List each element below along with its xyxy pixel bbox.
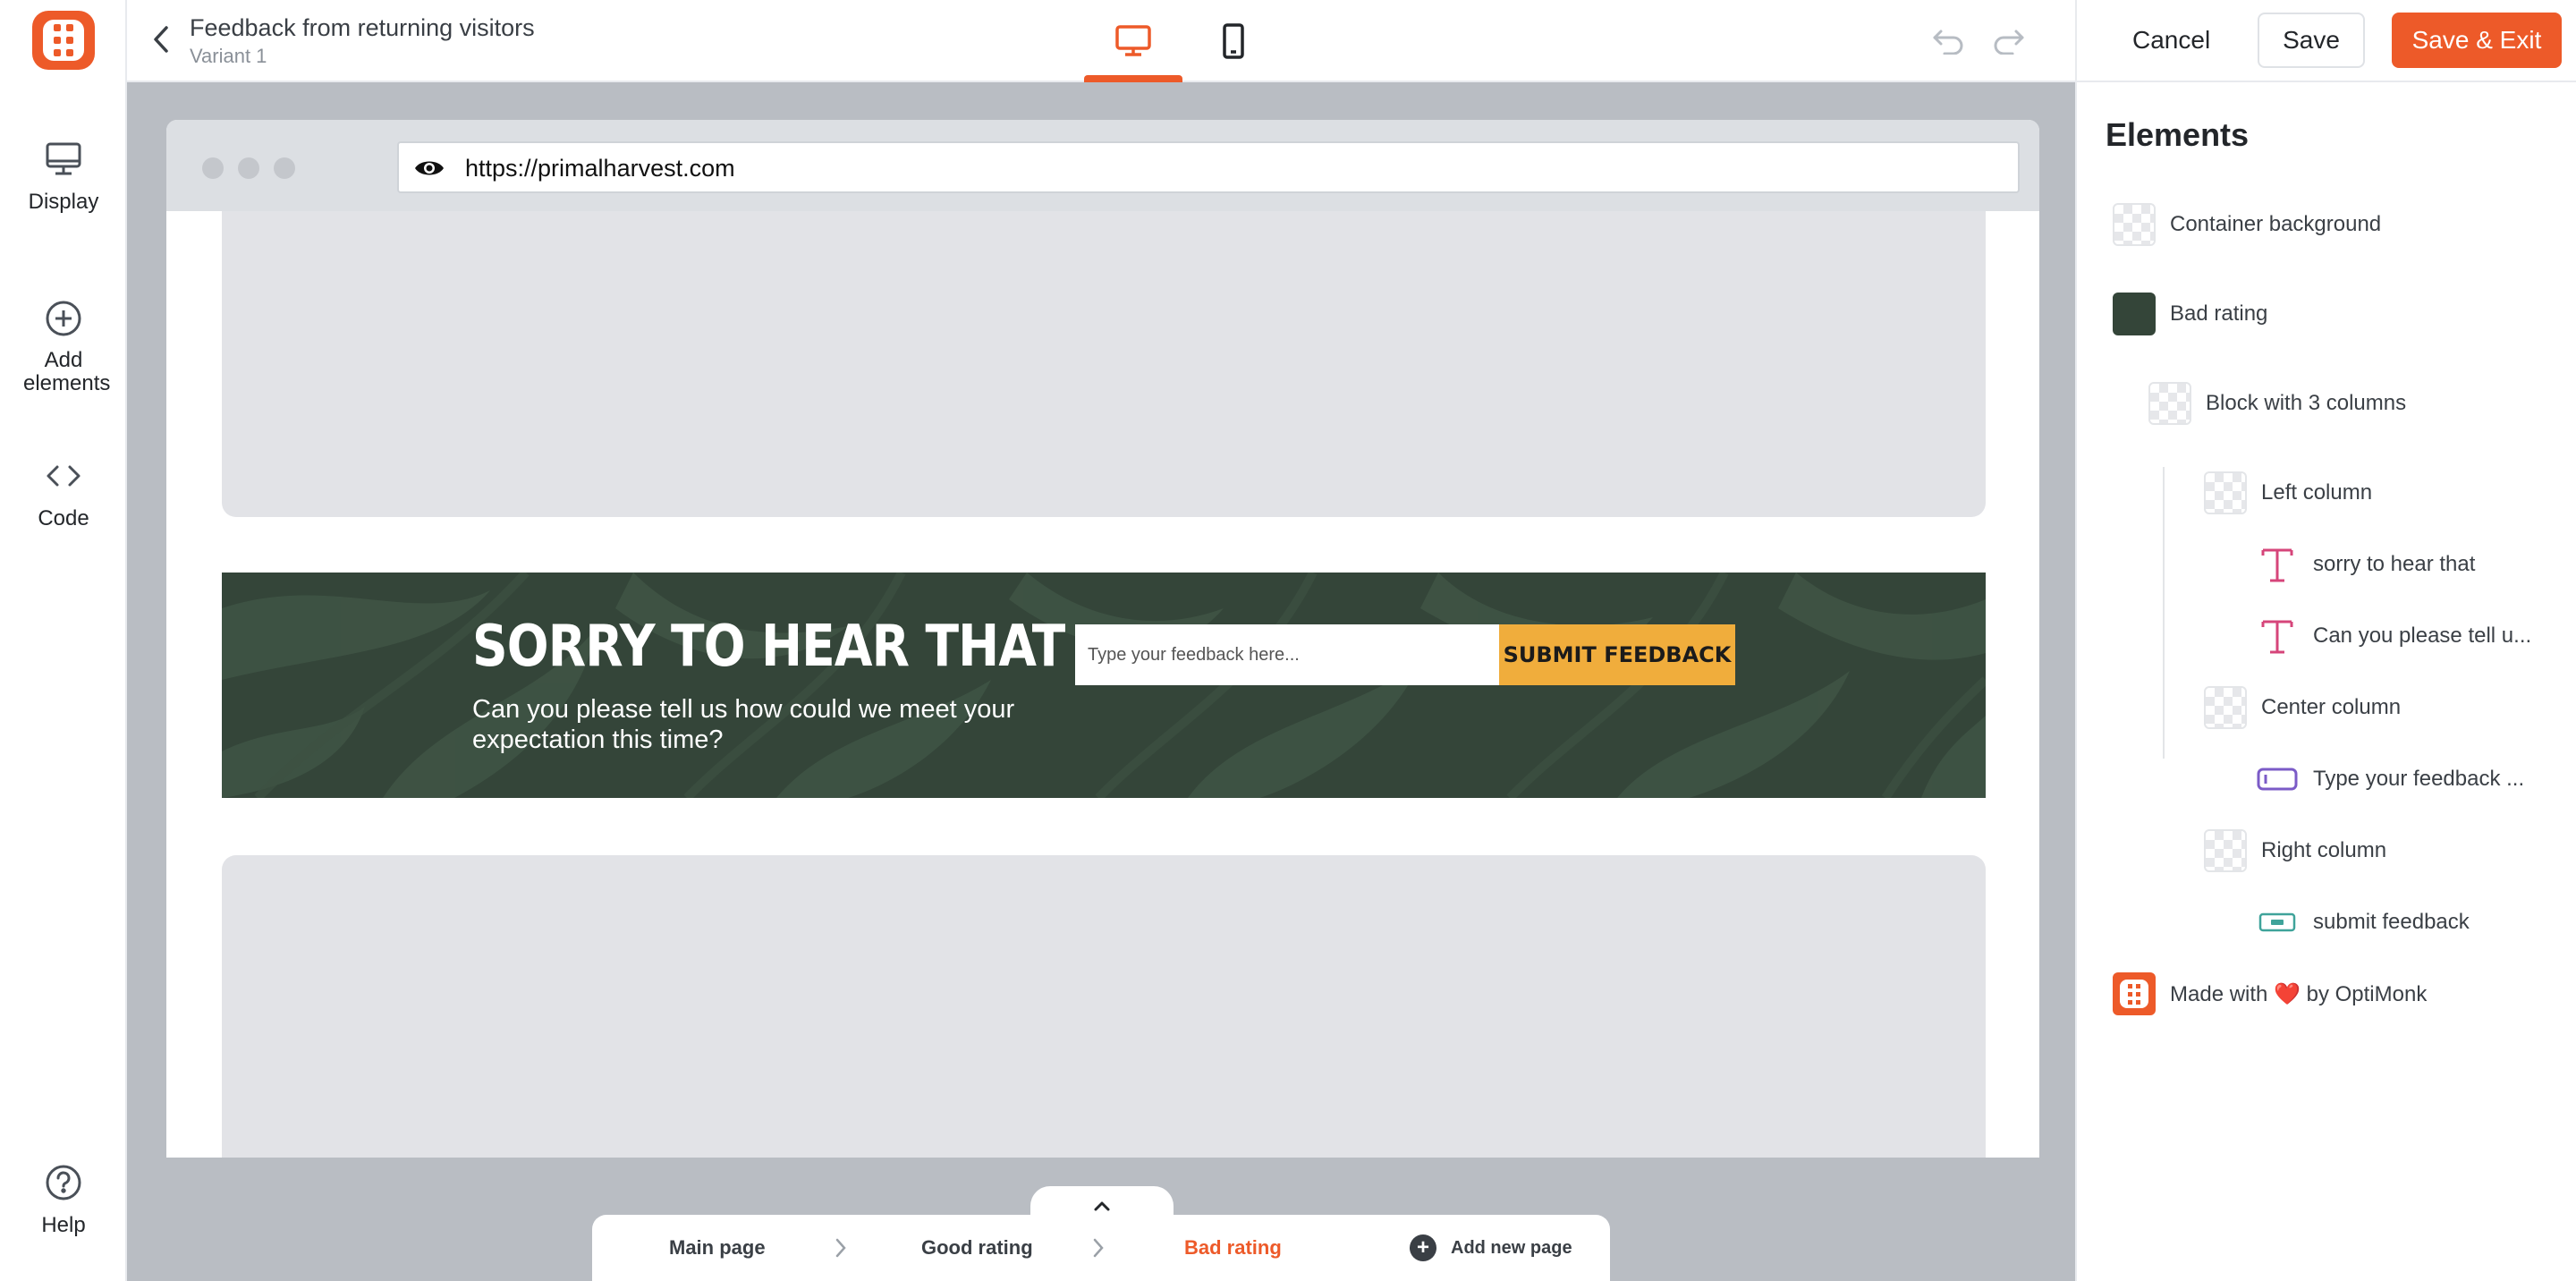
element-center-column[interactable]: Center column xyxy=(2204,685,2401,730)
element-label: Made with ❤️ by OptiMonk xyxy=(2170,981,2428,1006)
window-dot xyxy=(238,157,259,179)
panel-title: Elements xyxy=(2106,116,2250,153)
chevron-right-icon xyxy=(1093,1238,1104,1258)
variant-name: Variant 1 xyxy=(190,45,267,67)
submit-feedback-button[interactable]: SUBMIT FEEDBACK xyxy=(1499,624,1735,685)
sidebar-item-display[interactable]: Display xyxy=(0,140,127,215)
mobile-icon xyxy=(1223,23,1244,59)
chevron-right-icon xyxy=(835,1238,846,1258)
element-text-sorry[interactable]: sorry to hear that xyxy=(2256,542,2475,587)
sidebar-item-help[interactable]: Help xyxy=(0,1163,127,1238)
redo-icon xyxy=(1994,30,2024,55)
add-new-page-label: Add new page xyxy=(1451,1237,1572,1258)
top-bar: Feedback from returning visitors Variant… xyxy=(127,0,2075,82)
text-icon xyxy=(2256,543,2299,586)
element-feedback-input[interactable]: Type your feedback ... xyxy=(2256,757,2524,802)
element-label: sorry to hear that xyxy=(2313,552,2476,576)
element-block-3-columns[interactable]: Block with 3 columns xyxy=(2148,381,2406,426)
checker-thumb-icon xyxy=(2204,686,2247,729)
element-made-with-optimonk[interactable]: Made with ❤️ by OptiMonk xyxy=(2113,971,2427,1016)
monitor-icon xyxy=(46,142,81,175)
logo-mark xyxy=(43,20,84,61)
checker-thumb-icon xyxy=(2113,203,2156,246)
button-icon xyxy=(2256,901,2299,944)
add-new-page-button[interactable]: + Add new page xyxy=(1410,1215,1572,1281)
help-icon xyxy=(46,1165,81,1200)
element-label: Left column xyxy=(2261,480,2373,505)
element-label: Type your feedback ... xyxy=(2313,767,2525,791)
text-icon xyxy=(2256,615,2299,657)
browser-preview: https://primalharvest.com SORRY TO HEAR … xyxy=(166,120,2039,1158)
element-submit-button[interactable]: submit feedback xyxy=(2256,900,2470,945)
window-dot xyxy=(202,157,224,179)
undo-button[interactable] xyxy=(1930,23,1966,59)
sidebar-item-label: Code xyxy=(38,506,89,530)
redo-button[interactable] xyxy=(1991,23,2027,59)
sidebar-item-label: Help xyxy=(41,1213,86,1237)
tab-good-rating[interactable]: Good rating xyxy=(921,1215,1033,1281)
sidebar-item-label: Add elements xyxy=(23,348,111,395)
plus-circle-icon xyxy=(46,301,81,336)
checker-thumb-icon xyxy=(2204,471,2247,514)
tab-main-page[interactable]: Main page xyxy=(669,1215,766,1281)
popup-headline[interactable]: SORRY TO HEAR THAT xyxy=(472,614,1065,680)
sidebar-item-label: Display xyxy=(28,190,99,214)
optimonk-logo[interactable] xyxy=(32,11,95,70)
leaf-pattern-background xyxy=(222,573,1986,798)
element-label: Block with 3 columns xyxy=(2206,391,2407,415)
campaign-title: Feedback from returning visitors xyxy=(190,14,535,41)
checker-thumb-icon xyxy=(2148,382,2191,425)
element-label: Can you please tell u... xyxy=(2313,624,2532,648)
element-label: submit feedback xyxy=(2313,910,2470,934)
input-icon xyxy=(2256,758,2299,801)
element-left-column[interactable]: Left column xyxy=(2204,471,2372,515)
element-text-subtitle[interactable]: Can you please tell u... xyxy=(2256,614,2531,658)
feedback-input[interactable]: Type your feedback here... xyxy=(1075,624,1499,685)
back-button[interactable] xyxy=(145,21,177,57)
element-bad-rating[interactable]: Bad rating xyxy=(2113,292,2267,336)
elements-panel: Elements Container background Bad rating… xyxy=(2075,82,2576,1281)
desktop-view-button[interactable] xyxy=(1084,0,1182,82)
website-preview: SORRY TO HEAR THAT Can you please tell u… xyxy=(166,211,2039,1158)
checker-thumb-icon xyxy=(2204,829,2247,872)
element-label: Center column xyxy=(2261,695,2402,719)
popup-subtitle[interactable]: Can you please tell us how could we meet… xyxy=(472,694,1045,755)
sidebar-item-code[interactable]: Code xyxy=(0,456,127,531)
dark-thumb-icon xyxy=(2113,293,2156,335)
window-dot xyxy=(274,157,295,179)
desktop-icon xyxy=(1115,25,1151,56)
browser-toolbar: https://primalharvest.com xyxy=(166,120,2039,211)
header-actions: Cancel Save Save & Exit xyxy=(2075,0,2576,82)
placeholder-block xyxy=(222,211,1986,517)
element-right-column[interactable]: Right column xyxy=(2204,828,2386,873)
editor-canvas: https://primalharvest.com SORRY TO HEAR … xyxy=(127,82,2075,1281)
left-sidebar: Display Add elements Code Help xyxy=(0,0,127,1281)
optimonk-logo-icon xyxy=(2113,972,2156,1015)
save-button[interactable]: Save xyxy=(2258,13,2365,68)
plus-icon: + xyxy=(1410,1234,1436,1261)
url-text: https://primalharvest.com xyxy=(465,155,735,182)
cancel-button[interactable]: Cancel xyxy=(2111,13,2232,68)
element-label: Bad rating xyxy=(2170,301,2268,326)
mobile-view-button[interactable] xyxy=(1184,0,1283,82)
save-exit-button[interactable]: Save & Exit xyxy=(2392,13,2562,68)
eye-icon xyxy=(415,161,444,175)
element-label: Container background xyxy=(2170,212,2382,236)
element-label: Right column xyxy=(2261,838,2387,862)
code-icon xyxy=(47,465,80,487)
element-container-background[interactable]: Container background xyxy=(2113,202,2381,247)
page-tabs: Main page Good rating Bad rating + Add n… xyxy=(592,1215,1610,1281)
sidebar-item-add-elements[interactable]: Add elements xyxy=(0,299,127,395)
undo-icon xyxy=(1933,30,1963,55)
tab-bad-rating[interactable]: Bad rating xyxy=(1184,1215,1282,1281)
placeholder-block xyxy=(222,855,1986,1158)
url-bar[interactable]: https://primalharvest.com xyxy=(397,141,2020,193)
popup-bad-rating[interactable]: SORRY TO HEAR THAT Can you please tell u… xyxy=(222,573,1986,798)
tree-guide xyxy=(2163,467,2165,759)
chevron-left-icon xyxy=(154,26,168,53)
chevron-up-icon xyxy=(1094,1201,1110,1211)
